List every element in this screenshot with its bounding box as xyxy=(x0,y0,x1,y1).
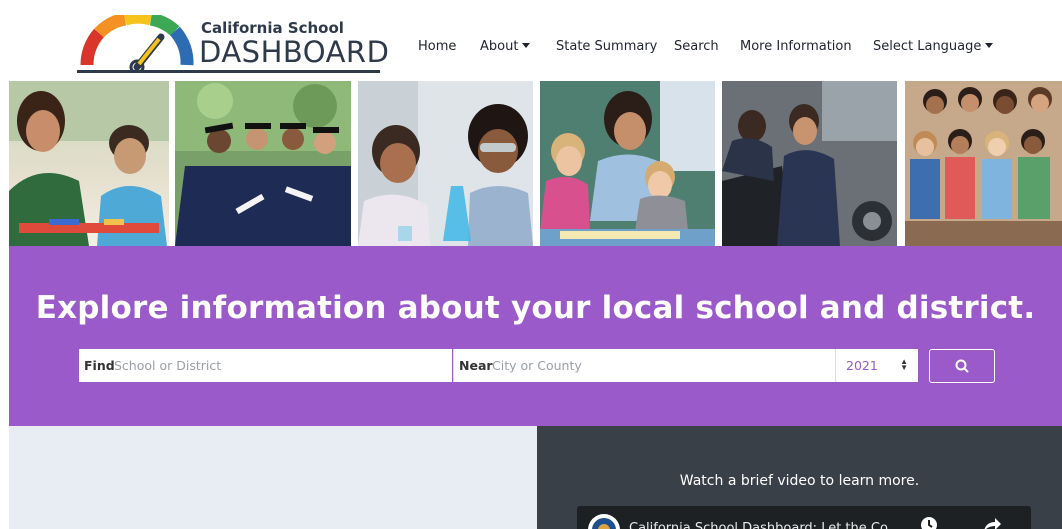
hero-search-section: Explore information about your local sch… xyxy=(9,246,1062,426)
photo-auto-shop-image xyxy=(722,81,897,246)
nav-search-label: Search xyxy=(674,39,719,54)
photo-art-class-image xyxy=(540,81,715,246)
page: California School DASHBOARD Home About S… xyxy=(9,9,1062,529)
nav-state-summary[interactable]: State Summary xyxy=(556,39,657,59)
nav-state-summary-label: State Summary xyxy=(556,39,658,54)
cde-seal-icon xyxy=(588,514,620,529)
year-select-value: 2021 xyxy=(846,358,878,373)
nav-search[interactable]: Search xyxy=(674,39,719,59)
video-title: California School Dashboard: Let the Co.… xyxy=(629,521,901,529)
search-button[interactable] xyxy=(929,349,995,383)
photo-teacher-student-image xyxy=(9,81,169,246)
caret-down-icon xyxy=(985,43,994,48)
nav-more-information-label: More Information xyxy=(740,39,852,54)
near-field[interactable]: Near xyxy=(453,349,836,382)
year-select[interactable]: 2021 ▲ ▼ xyxy=(835,349,918,382)
nav-select-language-label: Select Language xyxy=(873,39,982,54)
dashboard-logo[interactable]: California School DASHBOARD xyxy=(77,15,389,77)
photo-teacher-student xyxy=(9,81,169,246)
photo-auto-shop xyxy=(722,81,897,246)
photo-group-students xyxy=(905,81,1062,246)
search-icon xyxy=(955,359,969,373)
nav-more-information[interactable]: More Information xyxy=(740,39,852,59)
nav-home[interactable]: Home xyxy=(418,39,456,59)
nav-about-label: About xyxy=(480,39,519,54)
near-label: Near xyxy=(459,358,493,373)
find-label: Find xyxy=(84,358,115,373)
nav-home-label: Home xyxy=(418,39,457,54)
photo-banner xyxy=(9,81,1062,246)
find-input[interactable] xyxy=(114,349,444,382)
left-info-panel xyxy=(9,426,537,529)
gauge-logo-icon xyxy=(80,15,194,73)
share-icon[interactable] xyxy=(981,515,1003,529)
photo-science-class-image xyxy=(358,81,533,246)
logo-underline xyxy=(77,70,380,73)
video-player[interactable]: California School Dashboard: Let the Co.… xyxy=(577,506,1031,529)
near-input[interactable] xyxy=(492,349,827,382)
hero-title: Explore information about your local sch… xyxy=(35,290,1036,326)
photo-art-class xyxy=(540,81,715,246)
video-panel: Watch a brief video to learn more. Calif… xyxy=(537,426,1062,529)
logo-title-main: DASHBOARD xyxy=(199,35,390,69)
find-field[interactable]: Find xyxy=(79,349,452,382)
caret-down-icon xyxy=(522,43,531,48)
nav-select-language[interactable]: Select Language xyxy=(873,39,994,59)
photo-group-students-image xyxy=(905,81,1062,246)
clock-icon[interactable] xyxy=(919,515,939,529)
site-header: California School DASHBOARD Home About S… xyxy=(9,9,1062,81)
photo-science-class xyxy=(358,81,533,246)
updown-icon: ▲ ▼ xyxy=(900,357,908,372)
video-heading: Watch a brief video to learn more. xyxy=(679,473,920,489)
photo-graduates xyxy=(175,81,351,246)
photo-graduates-image xyxy=(175,81,351,246)
nav-about[interactable]: About xyxy=(480,39,531,59)
